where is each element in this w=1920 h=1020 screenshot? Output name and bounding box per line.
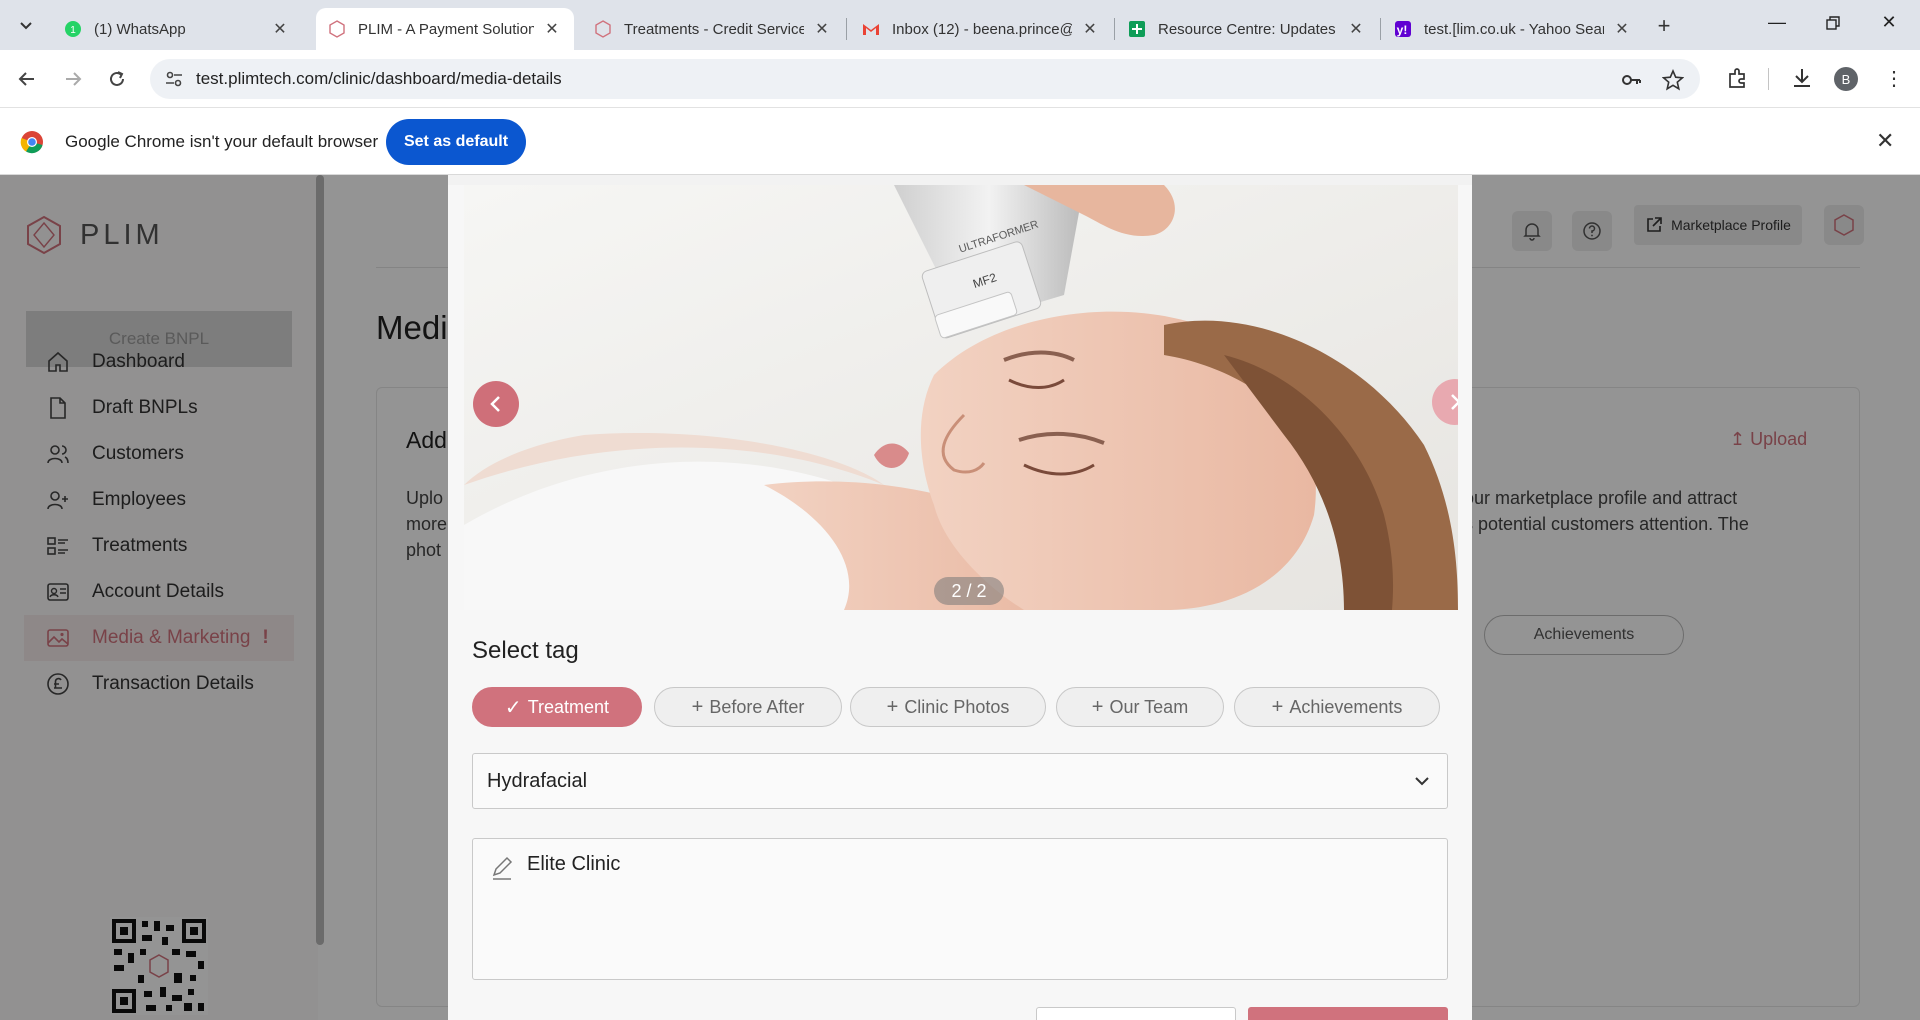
close-icon[interactable]: ✕ — [1080, 19, 1100, 39]
site-settings-icon[interactable] — [164, 69, 184, 89]
key-icon[interactable] — [1620, 69, 1642, 91]
toolbar-divider — [1768, 68, 1769, 90]
new-tab-button[interactable]: + — [1652, 13, 1676, 39]
chevron-left-icon — [490, 396, 500, 412]
plus-icon: + — [1271, 695, 1284, 718]
tab-resource-centre[interactable]: Resource Centre: Updates ✕ — [1116, 8, 1378, 50]
yahoo-icon: y! — [1395, 21, 1411, 37]
plim-icon — [329, 20, 345, 38]
chevron-right-icon — [1451, 394, 1458, 410]
tab-title: (1) WhatsApp — [94, 20, 186, 38]
treatment-photo: ULTRAFORMER MF2 — [464, 185, 1458, 610]
tag-chip-label: Clinic Photos — [904, 696, 1010, 717]
modal-top-strip — [448, 175, 1472, 185]
image-carousel[interactable]: ULTRAFORMER MF2 2 / 2 — [464, 185, 1458, 610]
plus-icon: + — [1091, 695, 1104, 718]
tab-title: PLIM - A Payment Solution — [358, 20, 534, 38]
close-icon[interactable]: ✕ — [1612, 19, 1632, 39]
check-icon: ✓ — [504, 696, 522, 719]
plim-icon — [595, 20, 611, 38]
pencil-icon — [492, 856, 513, 880]
set-as-default-button[interactable]: Set as default — [386, 119, 526, 165]
infobar-message: Google Chrome isn't your default browser — [65, 132, 379, 151]
download-icon[interactable] — [1790, 66, 1814, 90]
star-icon[interactable] — [1662, 69, 1684, 91]
carousel-prev-button[interactable] — [473, 381, 519, 427]
select-tag-heading: Select tag — [472, 637, 579, 664]
menu-kebab-icon[interactable]: ⋮ — [1882, 66, 1906, 90]
svg-text:1: 1 — [70, 25, 76, 36]
svg-text:y!: y! — [1397, 23, 1408, 37]
url-text: test.plimtech.com/clinic/dashboard/media… — [196, 69, 562, 88]
tab-title: test.[lim.co.uk - Yahoo Sear — [1424, 20, 1604, 38]
caption-input[interactable]: Elite Clinic — [472, 838, 1448, 980]
tag-chip-label: Before After — [709, 696, 805, 717]
save-button[interactable] — [1248, 1007, 1448, 1020]
tab-separator — [1114, 18, 1115, 40]
tag-chip-label: Treatment — [527, 696, 610, 717]
tag-chip-our-team[interactable]: + Our Team — [1056, 687, 1224, 727]
tab-title: Inbox (12) - beena.prince@ — [892, 20, 1072, 38]
default-browser-infobar: Google Chrome isn't your default browser… — [0, 108, 1920, 175]
close-icon[interactable]: ✕ — [270, 19, 290, 39]
whatsapp-icon: 1 — [65, 21, 81, 37]
tab-yahoo[interactable]: y! test.[lim.co.uk - Yahoo Sear ✕ — [1382, 8, 1644, 50]
close-icon[interactable]: ✕ — [1346, 19, 1366, 39]
tab-title: Resource Centre: Updates — [1158, 20, 1336, 38]
tag-chip-achievements[interactable]: + Achievements — [1234, 687, 1440, 727]
tab-gmail[interactable]: Inbox (12) - beena.prince@ ✕ — [850, 8, 1112, 50]
plus-icon: + — [691, 695, 704, 718]
chrome-logo-icon — [20, 131, 43, 154]
sheets-icon — [1129, 21, 1145, 37]
tag-chip-clinic-photos[interactable]: + Clinic Photos — [850, 687, 1046, 727]
browser-tab-strip: 1 (1) WhatsApp ✕ PLIM - A Payment Soluti… — [0, 0, 1920, 50]
tab-title: Treatments - Credit Service — [624, 20, 804, 38]
restore-icon[interactable] — [1818, 12, 1848, 36]
address-bar[interactable]: test.plimtech.com/clinic/dashboard/media… — [150, 59, 1700, 99]
tab-treatments[interactable]: Treatments - Credit Service ✕ — [582, 8, 844, 50]
tab-separator — [1380, 18, 1381, 40]
tag-chip-before-after[interactable]: + Before After — [654, 687, 842, 727]
media-upload-modal: ULTRAFORMER MF2 2 / 2 Select tag ✓ Treat… — [448, 175, 1472, 1020]
close-icon[interactable]: ✕ — [1876, 128, 1894, 154]
close-icon[interactable]: ✕ — [542, 19, 562, 39]
chevron-down-icon — [1415, 777, 1429, 786]
plus-icon: + — [886, 695, 899, 718]
address-toolbar: test.plimtech.com/clinic/dashboard/media… — [0, 50, 1920, 108]
carousel-counter: 2 / 2 — [934, 577, 1004, 605]
back-icon[interactable] — [12, 64, 42, 94]
cancel-button[interactable] — [1036, 1007, 1236, 1020]
reload-icon[interactable] — [102, 64, 132, 94]
tab-plim-active[interactable]: PLIM - A Payment Solution ✕ — [316, 8, 574, 50]
tab-whatsapp[interactable]: 1 (1) WhatsApp ✕ — [52, 8, 302, 50]
window-close-icon[interactable]: ✕ — [1874, 12, 1904, 36]
tag-chip-label: Achievements — [1289, 696, 1403, 717]
tag-chip-label: Our Team — [1109, 696, 1189, 717]
tab-separator — [846, 18, 847, 40]
forward-icon[interactable] — [58, 64, 88, 94]
gmail-icon — [863, 24, 879, 35]
tab-search-button[interactable] — [10, 12, 42, 38]
chevron-down-icon — [20, 22, 32, 30]
close-icon[interactable]: ✕ — [812, 19, 832, 39]
minimize-icon[interactable]: — — [1762, 12, 1792, 36]
treatment-select[interactable]: Hydrafacial — [472, 753, 1448, 809]
tag-chip-treatment[interactable]: ✓ Treatment — [472, 687, 642, 727]
extensions-icon[interactable] — [1726, 66, 1750, 90]
caption-text: Elite Clinic — [527, 853, 621, 875]
treatment-select-value: Hydrafacial — [487, 770, 588, 792]
profile-avatar[interactable]: B — [1834, 67, 1858, 91]
